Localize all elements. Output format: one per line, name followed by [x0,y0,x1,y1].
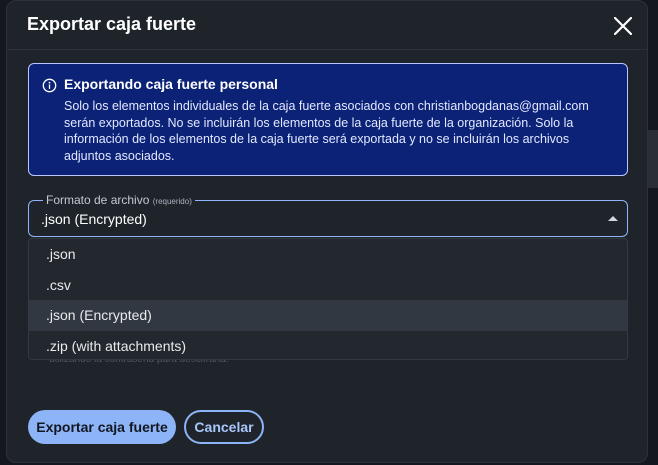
dialog-title: Exportar caja fuerte [27,14,197,34]
info-icon [42,78,57,93]
close-icon [614,17,632,35]
callout-body: Solo los elementos individuales de la ca… [64,99,589,163]
option-json-encrypted[interactable]: .json (Encrypted) [29,300,627,331]
caret-up-icon [608,216,618,221]
export-vault-button[interactable]: Exportar caja fuerte [28,410,176,444]
callout-title: Exportando caja fuerte personal [64,76,278,92]
export-vault-dialog: Exportar caja fuerte Exportando caja fue… [6,0,648,463]
file-format-label: Formato de archivo (requerido) [43,193,195,207]
file-format-value: .json (Encrypted) [41,211,147,227]
option-json[interactable]: .json [29,239,627,270]
header-divider [7,49,647,50]
option-zip-with-attachments[interactable]: .zip (with attachments) [29,331,627,362]
info-callout: Exportando caja fuerte personal Solo los… [28,63,628,176]
close-button[interactable] [610,13,636,39]
cancel-button[interactable]: Cancelar [184,410,264,444]
required-tag: (requerido) [152,197,192,206]
file-format-label-text: Formato de archivo [46,193,150,207]
file-format-options: .json .csv .json (Encrypted) .zip (with … [28,238,628,360]
option-csv[interactable]: .csv [29,270,627,301]
